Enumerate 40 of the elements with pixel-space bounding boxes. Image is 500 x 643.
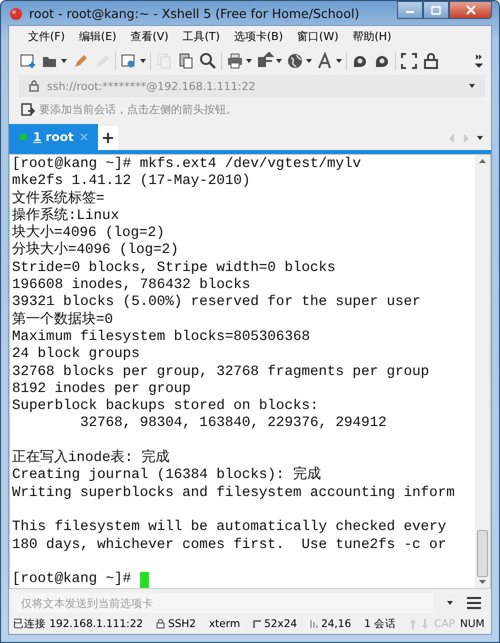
send-text-field[interactable]: 仅将文本发送到当前选项卡 (15, 593, 433, 613)
terminal-line: 180 days, whichever comes first. Use tune2fs -c or (12, 536, 448, 554)
menu-item[interactable]: 帮助(H) (346, 29, 398, 44)
terminal-line: 32768 blocks per group, 32768 fragments per group (12, 364, 430, 381)
terminal-line: 24 block groups (12, 346, 141, 364)
terminal-line: 正在写入inode表: 完成 (12, 450, 171, 468)
terminal-line: 块大小=4096 (log=2) (12, 225, 166, 242)
protocol-label: SSH2 (168, 618, 196, 630)
key-indicator: NUM (460, 618, 485, 630)
terminal-line: 文件系统标签= (12, 190, 106, 207)
terminal-line: 操作系统:Linux (12, 208, 120, 224)
terminal-size: 52x24 (264, 618, 298, 630)
terminal-line: 32768, 98304, 163840, 229376, 294912 (79, 415, 388, 433)
menu-item[interactable]: 选项卡(B) (226, 29, 290, 44)
terminal-line: Creating journal (16384 blocks): 完成 (12, 467, 322, 485)
session-count: 1 会话 (364, 617, 396, 631)
connection-status: 已连接 192.168.1.111:22 (13, 617, 144, 631)
terminal-prompt: [root@kang ~]# (12, 571, 132, 588)
hint-text: 要添加当前会话，点击左侧的箭头按钮。 (39, 102, 237, 117)
terminal-line: 第一个数据块=0 (12, 312, 114, 329)
terminal-line: Stride=0 blocks, Stripe width=0 blocks (12, 260, 337, 278)
window-title: root - root@kang:~ - Xshell 5 (Free for Home/School) (29, 6, 360, 20)
menu-item[interactable]: 工具(T) (176, 29, 227, 44)
terminal-type: xterm (208, 618, 240, 630)
terminal-line: 分块大小=4096 (log=2) (12, 242, 180, 260)
terminal-line: Maximum filesystem blocks=805306368 (12, 328, 311, 346)
terminal-line: mke2fs 1.41.12 (17-May-2010) (12, 173, 252, 190)
cursor-position: 24,16 (321, 618, 352, 630)
terminal-line: 196608 inodes, 786432 blocks (12, 277, 252, 294)
menu-item[interactable]: 文件(F) (21, 29, 72, 44)
terminal-line: [root@kang ~]# mkfs.ext4 /dev/vgtest/mylv (12, 156, 362, 174)
terminal-line: Writing superblocks and filesystem accounting inform (12, 484, 456, 502)
terminal-line: 8192 inodes per group (12, 380, 192, 398)
terminal-line: 39321 blocks (5.00%) reserved for the super user (12, 294, 422, 312)
session-tab[interactable]: 1 root (9, 124, 98, 150)
terminal-line: Superblock backups stored on blocks: (12, 398, 320, 416)
menu-item[interactable]: 编辑(E) (72, 29, 124, 44)
terminal-line: This filesystem will be automatically checked every (12, 519, 448, 537)
menu-item[interactable]: 查看(V) (123, 29, 176, 44)
menu-item[interactable]: 窗口(W) (290, 29, 346, 44)
